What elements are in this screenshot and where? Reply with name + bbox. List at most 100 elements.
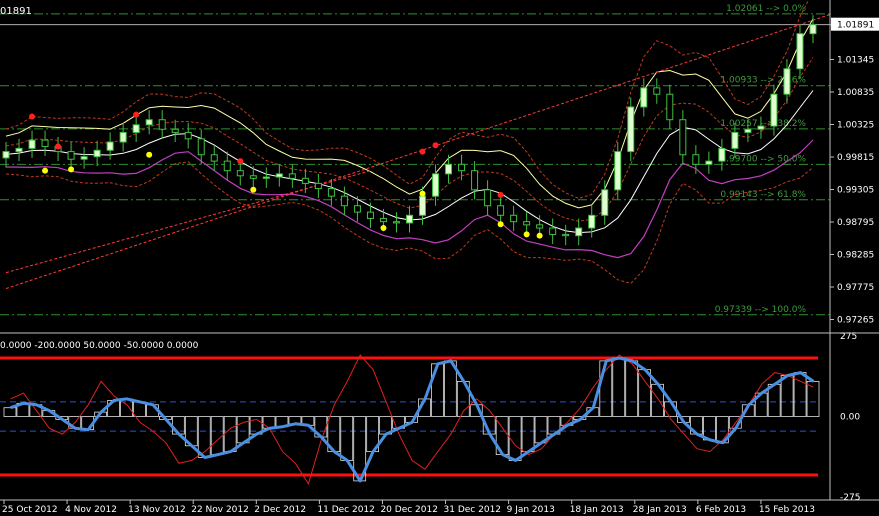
buy-signal-dot (497, 221, 504, 228)
candle-body (275, 173, 283, 178)
fib-level-label: 1.00933 --> 23.6% (720, 76, 806, 86)
cci-main-line (10, 356, 815, 483)
candle-body (262, 176, 270, 179)
lower-purple-band (5, 139, 814, 259)
buy-signal-dot (42, 167, 49, 174)
cci-histogram-bar (638, 369, 652, 417)
cci-histogram-bar (780, 375, 794, 417)
cci-histogram-bar (431, 363, 444, 417)
candle-body (106, 141, 114, 151)
buy-signal-dot (536, 232, 543, 239)
cci-histogram-bar (3, 407, 17, 417)
candle-body (432, 173, 440, 197)
price-tick-label: 0.97775 (837, 283, 874, 293)
cci-histogram-bar (223, 416, 237, 453)
cci-histogram-bar (612, 357, 626, 417)
price-tick-label: 0.99815 (837, 153, 874, 163)
sell-signal-dot (432, 142, 439, 149)
price-pane: 1.02061 --> 0.0%1.00933 --> 23.6%1.00257… (0, 0, 831, 316)
candle-body (783, 68, 791, 95)
candle-body (314, 182, 322, 190)
buy-signal-dot (523, 231, 530, 238)
candle-body (588, 214, 596, 229)
candle-body (809, 24, 817, 35)
candle-body (757, 125, 765, 130)
candle-body (692, 154, 700, 165)
candle-body (653, 87, 661, 95)
time-tick-label: 4 Nov 2012 (65, 505, 117, 515)
candle-body (184, 131, 192, 140)
candle-body (666, 93, 674, 121)
candle-body (210, 154, 218, 162)
time-tick-label: 9 Jan 2013 (507, 505, 555, 515)
candle-body (41, 139, 49, 147)
candle-body (340, 195, 348, 207)
cci-histogram-bar (521, 416, 535, 453)
candle-body (392, 221, 400, 224)
candle-body (366, 211, 374, 219)
sell-signal-dot (55, 143, 62, 150)
cci-tick-label: 0.00 (840, 413, 860, 423)
candle-body (796, 33, 804, 70)
candle-body (301, 177, 309, 184)
candle-body (627, 106, 635, 153)
time-tick-label: 22 Nov 2012 (191, 505, 249, 515)
candle-body (731, 131, 739, 149)
sell-signal-dot (237, 158, 244, 165)
price-tick-label: 1.01345 (837, 55, 874, 65)
price-tick-label: 0.97265 (837, 315, 874, 325)
time-tick-label: 2 Dec 2012 (254, 505, 306, 515)
candle-body (614, 151, 622, 191)
candle-body (93, 149, 101, 158)
cci-tick-label: 275 (840, 332, 857, 342)
candle-body (523, 221, 531, 226)
candle-body (145, 119, 153, 126)
price-tick-label: 1.00325 (837, 120, 874, 130)
buy-signal-dot (380, 225, 387, 232)
price-and-cci-chart: 1.02061 --> 0.0%1.00933 --> 23.6%1.00257… (0, 0, 879, 515)
price-tick-label: 1.00835 (837, 88, 874, 98)
candle-body (419, 195, 427, 216)
candle-body (536, 224, 544, 229)
candle-body (549, 227, 557, 235)
fib-level-label: 0.99700 --> 50.0% (720, 154, 806, 164)
candle-body (171, 128, 179, 133)
candle-body (640, 87, 648, 108)
candle-body (15, 147, 23, 153)
candle-body (327, 188, 335, 197)
sell-signal-dot (497, 191, 504, 198)
candle-body (197, 138, 205, 156)
buy-signal-dot (146, 151, 153, 158)
time-tick-label: 13 Nov 2012 (128, 505, 186, 515)
candle-body (379, 217, 387, 223)
buy-signal-dot (419, 190, 426, 197)
time-tick-label: 25 Oct 2012 (2, 505, 58, 515)
price-tick-label: 0.99305 (837, 185, 874, 195)
sell-signal-dot (419, 148, 426, 155)
candle-body (119, 131, 127, 143)
inner-dotted-band (5, 57, 814, 222)
cci-histogram-bar (210, 416, 224, 455)
candle-body (2, 151, 10, 159)
candle-body (705, 160, 713, 165)
candle-body (405, 214, 413, 224)
cci-histogram-bar (340, 416, 354, 461)
candle-body (744, 128, 752, 133)
candle-body (601, 189, 609, 216)
candle-body (353, 205, 361, 213)
sell-signal-dot (133, 111, 140, 118)
time-tick-label: 6 Feb 2013 (696, 505, 746, 515)
candle-body (497, 205, 505, 216)
upper-yellow-band (5, 18, 814, 209)
sell-signal-dot (29, 113, 36, 120)
candle-body (288, 173, 296, 179)
candle-body (158, 119, 166, 130)
candle-body (28, 139, 36, 149)
candle-body (80, 156, 88, 160)
time-tick-label: 11 Dec 2012 (317, 505, 375, 515)
cci-header: 0.0000 -200.0000 50.0000 -50.0000 0.0000 (0, 341, 199, 351)
time-tick-label: 18 Jan 2013 (570, 505, 624, 515)
current-price-label: 1.01891 (837, 21, 874, 31)
cci-pane (0, 354, 820, 485)
candle-body (484, 189, 492, 207)
